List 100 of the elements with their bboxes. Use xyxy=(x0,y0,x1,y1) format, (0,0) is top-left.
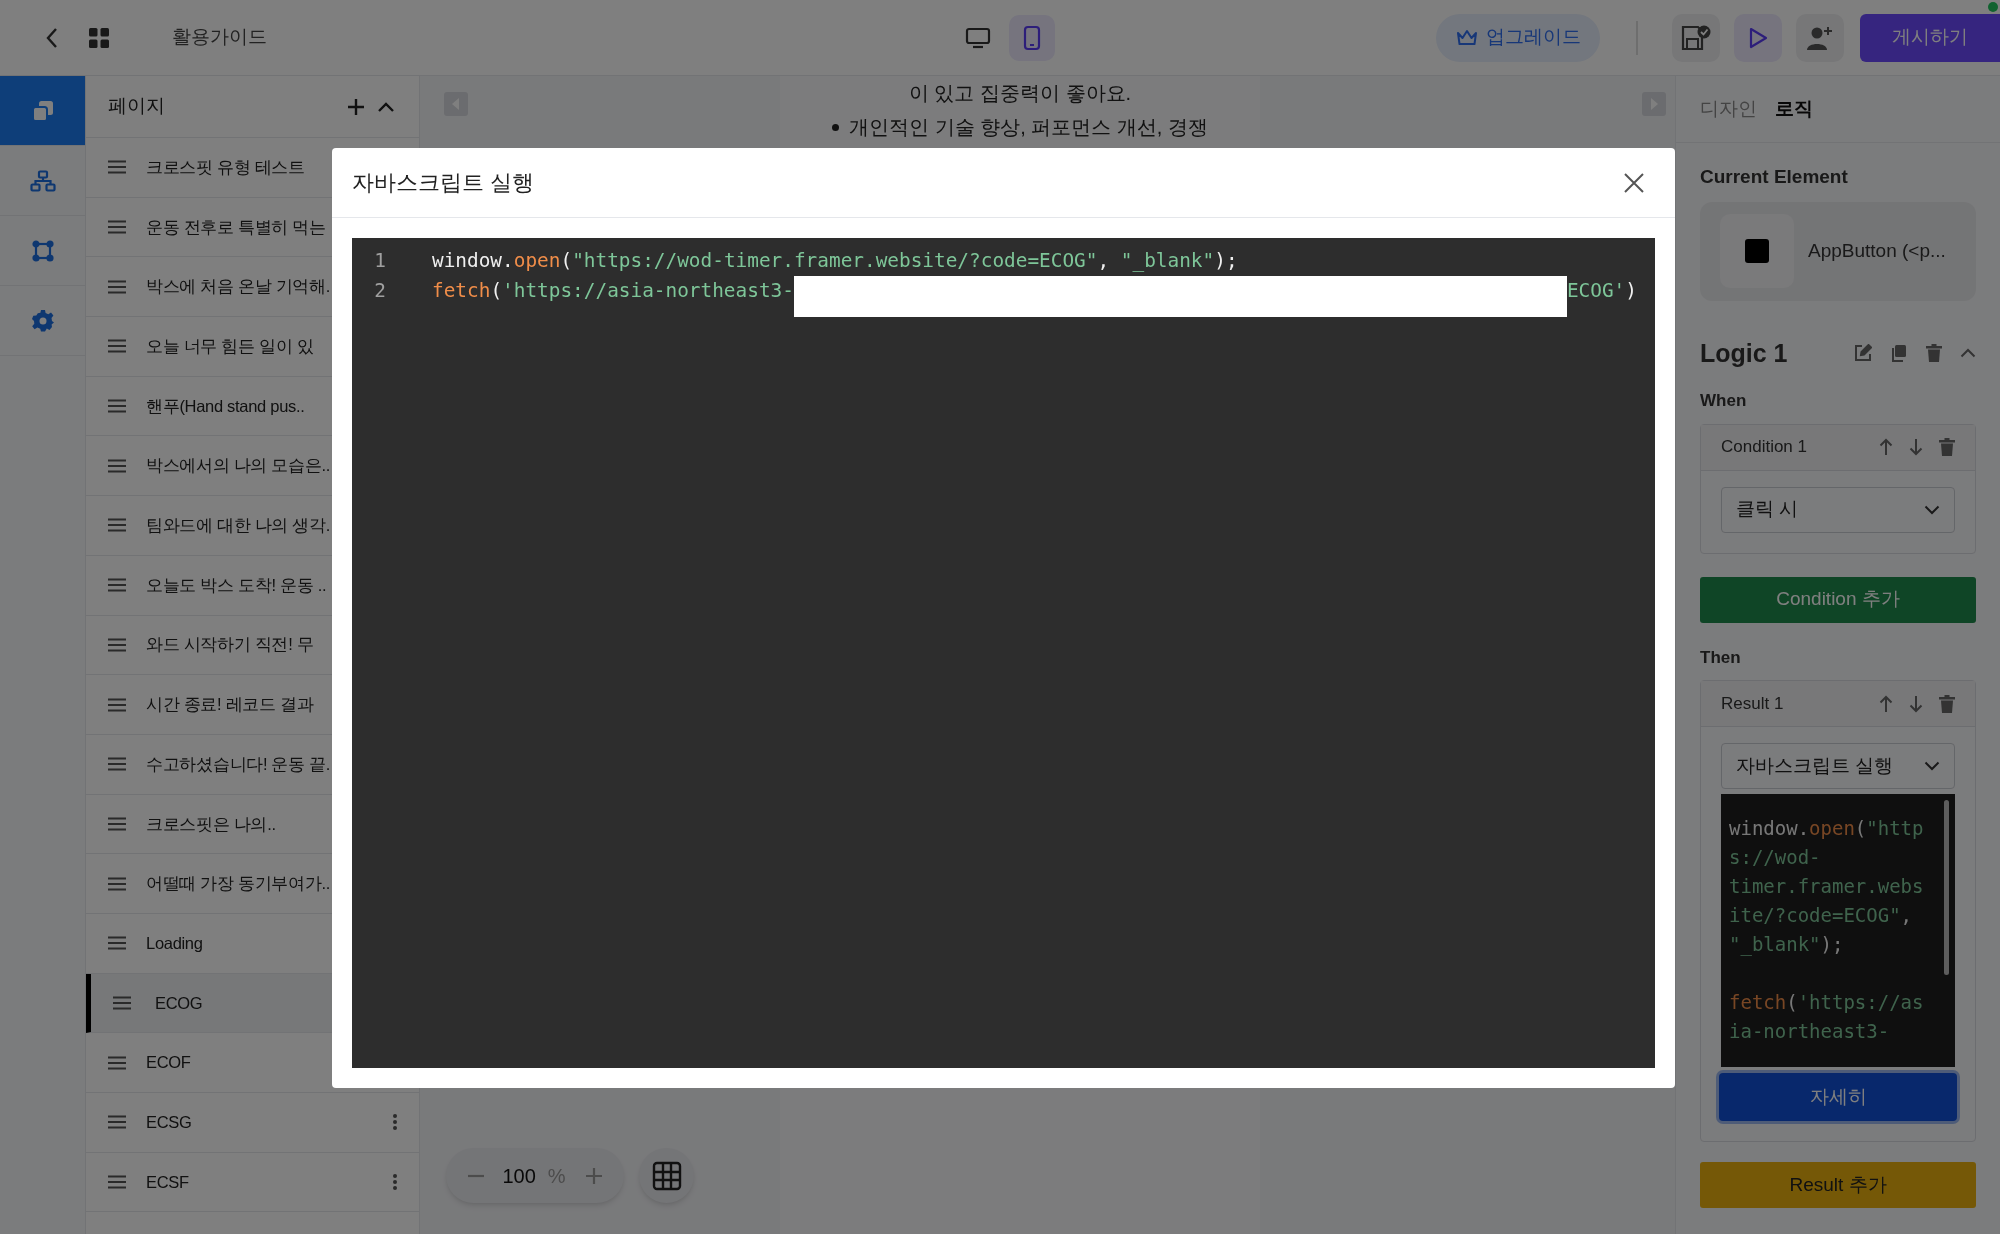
project-title: 활용가이드 xyxy=(172,25,267,50)
page-name: 시간 종료! 레코드 결과 xyxy=(146,694,314,716)
page-name: 운동 전후로 특별히 먹는 xyxy=(146,216,326,238)
page-name: 팀와드에 대한 나의 생각. xyxy=(146,515,331,537)
section-heading: Current Element xyxy=(1700,165,1849,189)
code-text: ECOG') xyxy=(1566,278,1637,304)
plus-icon xyxy=(585,1167,602,1184)
drag-handle-icon xyxy=(108,637,126,652)
arrow-down-icon[interactable] xyxy=(1909,438,1923,456)
page-name: 박스에 처음 온날 기억해. xyxy=(146,276,331,298)
inspector-tab[interactable]: 로직 xyxy=(1775,94,1813,124)
drag-handle-icon xyxy=(108,1115,126,1130)
add-user-icon xyxy=(1806,24,1834,51)
back-icon xyxy=(45,26,59,49)
drag-handle-icon xyxy=(113,995,131,1010)
trash-icon[interactable] xyxy=(1939,438,1955,456)
details-button[interactable]: 자세히 xyxy=(1719,1073,1957,1121)
minus-icon xyxy=(468,1173,485,1178)
page-name: 와드 시작하기 직전! 무 xyxy=(146,634,314,656)
invite-button[interactable] xyxy=(1796,13,1844,62)
sitemap-icon xyxy=(29,169,56,192)
page-name: Loading xyxy=(146,932,203,954)
pages-tab[interactable] xyxy=(0,76,85,146)
add-result-button[interactable]: Result 추가 xyxy=(1700,1162,1976,1208)
code-line: ite/?code=ECOG", xyxy=(1729,903,1913,928)
page-name: 박스에서의 나의 모습은.. xyxy=(146,455,331,477)
scrollbar[interactable] xyxy=(1944,800,1949,975)
drag-handle-icon xyxy=(108,816,126,831)
page-name: 크로스핏은 나의.. xyxy=(146,813,276,835)
plus-icon xyxy=(347,97,365,116)
trash-icon[interactable] xyxy=(1926,344,1942,363)
caret-icon xyxy=(1924,761,1940,771)
page-name: 핸푸(Hand stand pus.. xyxy=(146,395,305,417)
drag-handle-icon xyxy=(108,518,126,533)
arrow-down-icon[interactable] xyxy=(1909,694,1923,713)
select-dropdown[interactable]: 자바스크립트 실행 xyxy=(1721,743,1955,789)
drag-handle-icon xyxy=(108,876,126,891)
preview-button[interactable] xyxy=(1734,13,1782,62)
add-condition-button[interactable]: Condition 추가 xyxy=(1700,576,1976,623)
code-line: "_blank"); xyxy=(1729,932,1844,958)
arrow-up-icon[interactable] xyxy=(1879,438,1893,456)
panel-title: 페이지 xyxy=(108,94,166,119)
drag-handle-icon xyxy=(108,1055,126,1070)
chevron-up-icon xyxy=(377,100,395,113)
line-number: 2 xyxy=(373,278,386,304)
caret-icon xyxy=(1924,504,1940,515)
code-line: fetch('https://as xyxy=(1729,990,1924,1015)
monitor-icon xyxy=(965,26,991,49)
page-name: 수고하셨습니다! 운동 끝. xyxy=(146,753,331,775)
code-preview[interactable]: window.open("http s://wod- timer.framer.webs ite/?code=ECOG", "_blank"); fetch('https://as ia-northeast3- xyxy=(1721,794,1955,1067)
code-line: timer.framer.webs xyxy=(1729,874,1924,899)
code-line: ia-northeast3- xyxy=(1729,1019,1890,1044)
drag-handle-icon xyxy=(108,697,126,712)
more-icon[interactable] xyxy=(393,1174,397,1191)
code-line: window.open("http xyxy=(1729,816,1924,841)
save-check-icon xyxy=(1681,23,1711,52)
grid-icon xyxy=(88,26,110,49)
page-name: 크로스핏 유형 테스트 xyxy=(146,156,305,178)
drag-handle-icon xyxy=(108,936,126,951)
page-name: 오늘 너무 힘든 일이 있 xyxy=(146,336,314,358)
preview-text: 개인적인 기술 향상, 퍼포먼스 개선, 경쟁 xyxy=(832,110,1208,144)
edit-icon[interactable] xyxy=(1854,344,1872,363)
play-icon xyxy=(1748,26,1768,49)
mobile-view-button[interactable] xyxy=(1009,14,1055,61)
page-name: ECSG xyxy=(146,1111,192,1133)
trash-icon[interactable] xyxy=(1939,694,1955,713)
drag-handle-icon xyxy=(108,220,126,235)
drag-handle-icon xyxy=(108,279,126,294)
copy-icon[interactable] xyxy=(1890,344,1908,363)
page-name: ECOG xyxy=(155,992,203,1014)
code-editor[interactable]: 1 window.open("https://wod-timer.framer.website/?code=ECOG", "_blank"); 2 fetch('https://asia-northeast3- ECOG') xyxy=(352,238,1655,1068)
zoom-unit: % xyxy=(547,1163,566,1189)
element-name: AppButton (<p... xyxy=(1808,238,1946,263)
page-name: ECSF xyxy=(146,1171,189,1193)
code-text: fetch('https://asia-northeast3- xyxy=(432,278,794,304)
zoom-in-button[interactable] xyxy=(585,1165,602,1186)
save-button[interactable] xyxy=(1672,13,1720,62)
arrow-up-icon[interactable] xyxy=(1879,694,1893,713)
close-icon xyxy=(1623,171,1645,194)
card-title: Result 1 xyxy=(1721,692,1785,715)
select-dropdown[interactable]: 클릭 시 xyxy=(1721,486,1955,533)
code-line: s://wod- xyxy=(1729,845,1821,870)
grid-icon xyxy=(651,1160,682,1191)
page-name: 어떨때 가장 동기부여가.. xyxy=(146,873,331,895)
more-icon[interactable] xyxy=(393,1114,397,1131)
drag-handle-icon xyxy=(108,339,126,354)
settings-icon xyxy=(30,308,55,333)
publish-button[interactable]: 게시하기 xyxy=(1860,13,2000,62)
chevron-up-icon[interactable] xyxy=(1960,348,1976,359)
then-label: Then xyxy=(1700,646,1742,669)
phone-icon xyxy=(1023,24,1041,51)
card-title: Condition 1 xyxy=(1721,436,1808,459)
zoom-value[interactable]: 100 xyxy=(502,1160,536,1191)
logic-title: Logic 1 xyxy=(1700,337,1789,369)
page-name: 오늘도 박스 도착! 운동 .. xyxy=(146,574,327,596)
frame-icon xyxy=(31,239,54,262)
drag-handle-icon xyxy=(108,578,126,593)
upgrade-button[interactable]: 업그레이드 xyxy=(1436,13,1600,62)
drag-handle-icon xyxy=(108,160,126,175)
drag-handle-icon xyxy=(108,1175,126,1190)
